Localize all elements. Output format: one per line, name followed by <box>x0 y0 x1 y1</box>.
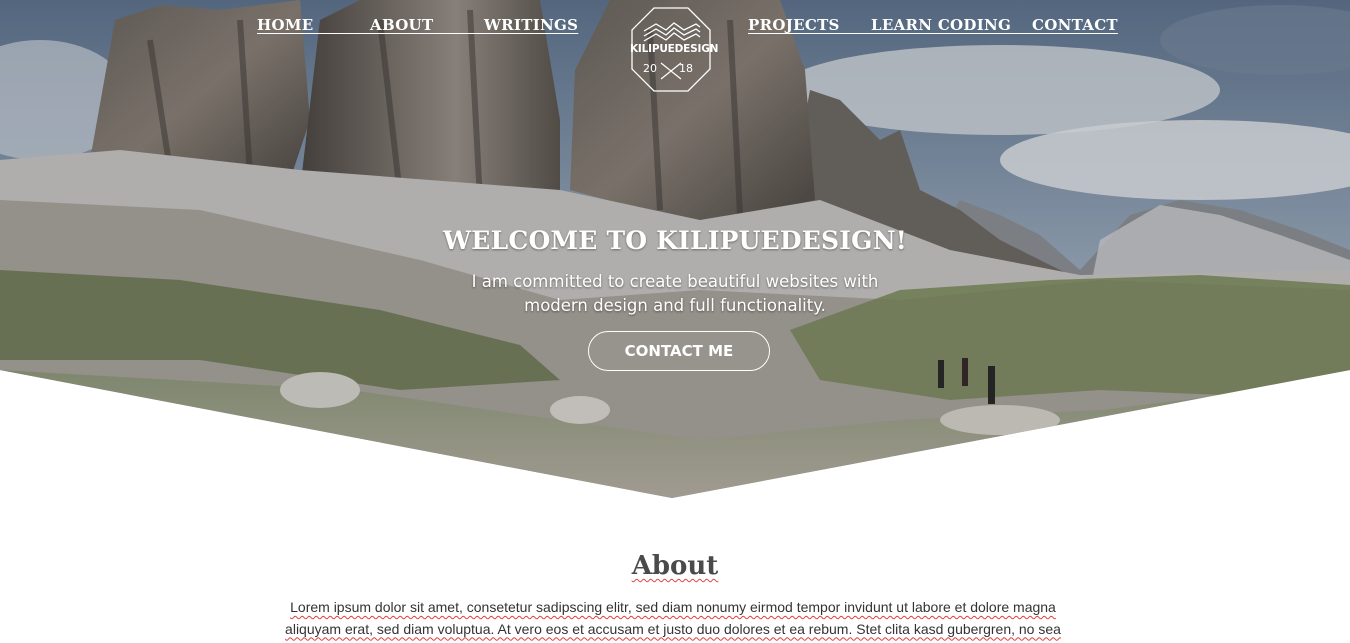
nav-link-writings[interactable]: WRITINGS <box>484 16 578 34</box>
about-line-2: aliquyam erat, sed diam voluptua. At ver… <box>285 620 1061 637</box>
site-logo[interactable]: KILIPUEDESIGN 20 18 <box>630 7 719 93</box>
hero-title: WELCOME TO KILIPUEDESIGN! <box>443 226 907 255</box>
about-heading: About <box>0 551 1350 581</box>
logo-year-left: 20 <box>643 62 657 75</box>
logo-name: KILIPUEDESIGN <box>630 43 719 55</box>
hero-subtitle-line2: modern design and full functionality. <box>524 296 826 315</box>
about-heading-text: About <box>631 551 719 581</box>
about-line-1: Lorem ipsum dolor sit amet, consetetur s… <box>290 599 1056 615</box>
hero-subtitle-line1: I am committed to create beautiful websi… <box>471 272 879 291</box>
nav-link-home[interactable]: HOME <box>257 16 313 34</box>
contact-me-label: CONTACT ME <box>624 342 734 360</box>
about-paragraph: Lorem ipsum dolor sit amet, consetetur s… <box>262 597 1084 640</box>
nav-link-learn-coding[interactable]: LEARN CODING <box>871 16 1011 34</box>
logo-year-right: 18 <box>679 62 693 75</box>
nav-link-contact[interactable]: CONTACT <box>1032 16 1118 34</box>
contact-me-button[interactable]: CONTACT ME <box>588 331 770 371</box>
nav-link-projects[interactable]: PROJECTS <box>748 16 840 34</box>
nav-link-about[interactable]: ABOUT <box>370 16 433 34</box>
hero-subtitle: I am committed to create beautiful websi… <box>425 270 925 318</box>
